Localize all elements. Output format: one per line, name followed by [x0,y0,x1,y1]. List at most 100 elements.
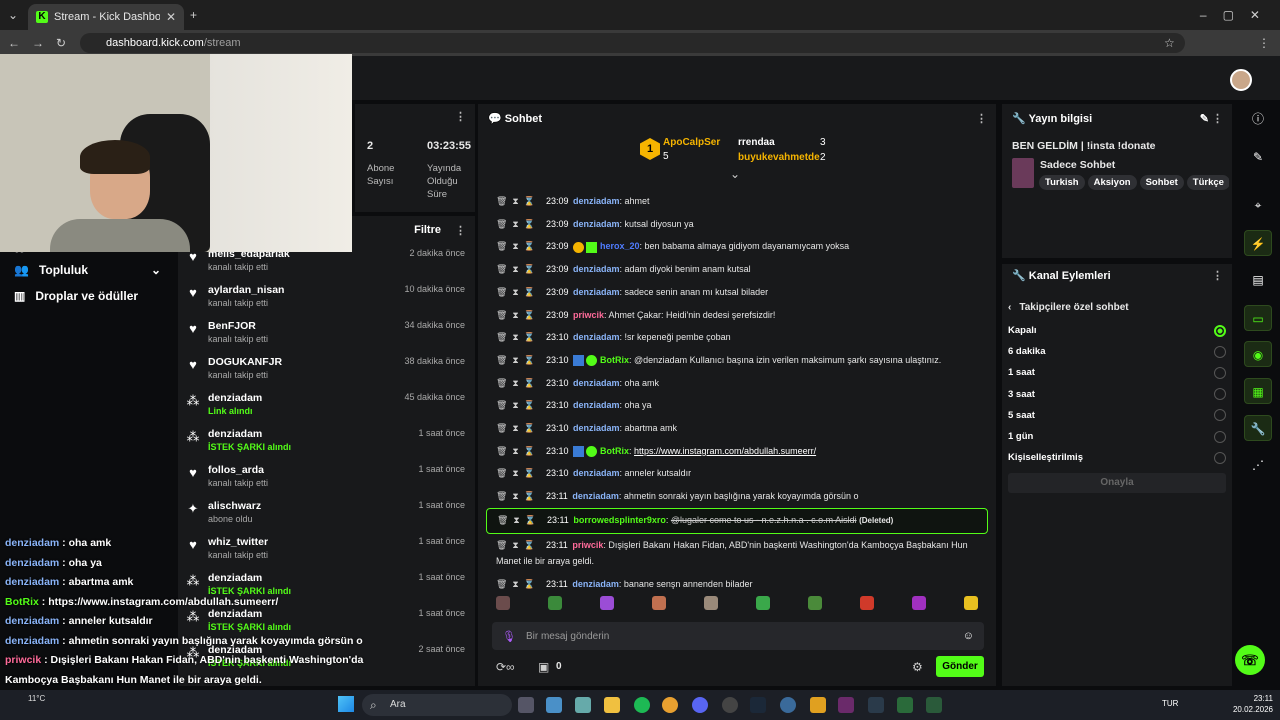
emote-icon[interactable] [496,596,510,610]
forward-icon[interactable]: → [32,35,44,51]
message-tools-icon[interactable]: 🗑⧗⌛ [496,468,540,478]
points-icon[interactable]: ⟳∞ [496,659,515,675]
follower-chat-option[interactable]: 1 saat [1002,362,1232,383]
follower-chat-option[interactable]: 3 saat [1002,384,1232,405]
taskbar-app-icon[interactable] [546,697,562,713]
taskbar-search[interactable]: Ara [362,694,512,716]
bookmark-star-icon[interactable]: ☆ [1164,35,1175,51]
taskbar-app-icon[interactable] [780,697,796,713]
message-tools-icon[interactable]: 🗑⧗⌛ [496,378,540,388]
layout-icon[interactable]: ▦ [1244,378,1272,404]
taskbar-app-icon[interactable] [926,697,942,713]
emote-icon[interactable] [756,596,770,610]
message-tools-icon[interactable]: 🗑⧗⌛ [496,241,540,251]
activity-item[interactable]: ⁂ denziadam Link alındı 45 dakika önce [178,388,475,424]
radio-button[interactable] [1214,451,1226,464]
actions-menu-icon[interactable]: ⋮ [1212,269,1223,282]
message-user[interactable]: denziadam [573,400,620,410]
message-user[interactable]: denziadam [573,468,620,478]
chat-menu-icon[interactable]: ⋮ [976,112,987,125]
confirm-button[interactable]: Onayla [1008,473,1226,493]
message-user[interactable]: priwcik [573,310,604,320]
top-gifter-1[interactable]: ApoCalpSer [663,137,720,148]
message-tools-icon[interactable]: 🗑⧗⌛ [496,287,540,297]
chat-message[interactable]: 🗑⧗⌛ 23:09 denziadam: kutsal diyosun ya [486,213,988,236]
message-tools-icon[interactable]: 🗑⧗⌛ [496,332,540,342]
chat-message[interactable]: 🗑⧗⌛ 23:10 denziadam: anneler kutsaldır [486,462,988,485]
radio-button[interactable] [1214,345,1226,358]
message-tools-icon[interactable]: 🗑⧗⌛ [496,423,540,433]
message-user[interactable]: priwcik [572,540,603,550]
chat-message[interactable]: 🗑⧗⌛ 23:10 BotRix: @denziadam Kullanıcı ba… [486,349,988,372]
activity-item[interactable]: ♥ DOGUKANFJR kanalı takip etti 38 dakika… [178,352,475,388]
info-menu-icon[interactable]: ⋮ [1212,113,1223,125]
message-user[interactable]: denziadam [573,196,620,206]
taskbar-clock[interactable]: 23:11 20.02.2026 [1228,693,1273,715]
windows-start-icon[interactable] [338,696,354,712]
taskbar-app-icon[interactable] [722,697,738,713]
wrench-icon[interactable]: 🔧 [1244,415,1272,441]
taskbar-app-icon[interactable] [810,697,826,713]
top-gifter-2[interactable]: rrendaa [738,137,775,148]
activity-item[interactable]: ♥ follos_arda kanalı takip etti 1 saat ö… [178,460,475,496]
pencil-icon[interactable]: ✎ [1244,144,1272,170]
taskbar-app-icon[interactable] [897,697,913,713]
chat-message[interactable]: 🗑⧗⌛ 23:10 denziadam: oha ya [486,394,988,417]
message-tools-icon[interactable]: 🗑⧗⌛ [496,219,540,229]
message-tools-icon[interactable]: 🗑⧗⌛ [496,540,540,550]
message-user[interactable]: denziadam [572,491,619,501]
steam-icon[interactable] [750,697,766,713]
close-tab-icon[interactable]: ✕ [166,9,176,25]
message-tools-icon[interactable]: 🗑⧗⌛ [496,491,540,501]
tab-search-icon[interactable]: ⌄ [8,7,18,23]
radio-button[interactable] [1214,388,1226,401]
share-icon[interactable]: ⋰ [1244,452,1272,478]
message-user[interactable]: denziadam [573,264,620,274]
follower-chat-option[interactable]: Kişiselleştirilmiş [1002,447,1232,468]
taskbar-app-icon[interactable] [838,697,854,713]
chat-message[interactable]: 🗑⧗⌛ 23:09 denziadam: ahmet [486,190,988,213]
discord-icon[interactable] [692,697,708,713]
file-explorer-icon[interactable] [604,697,620,713]
mic-icon[interactable]: 🎙 [502,630,516,643]
emote-icon[interactable] [548,596,562,610]
back-button[interactable]: ‹ Takipçilere özel sohbet [1008,302,1129,313]
radio-button[interactable] [1214,409,1226,422]
chat-bubble-icon[interactable]: ▭ [1244,305,1272,331]
chat-message[interactable]: 🗑⧗⌛ 23:09 priwcik: Ahmet Çakar: Heidi'nin… [486,304,988,327]
message-user[interactable]: BotRix [600,355,629,365]
new-tab-icon[interactable]: + [190,7,197,23]
message-tools-icon[interactable]: 🗑⧗⌛ [497,515,541,525]
language-indicator[interactable]: TUR [1162,699,1178,708]
reload-icon[interactable]: ↻ [56,35,66,51]
message-user[interactable]: BotRix [600,446,629,456]
send-button[interactable]: Gönder [936,656,984,677]
radio-button[interactable] [1214,430,1226,443]
chat-message[interactable]: 🗑⧗⌛ 23:10 BotRix: https://www.instagram.c… [486,440,988,463]
document-icon[interactable]: ▤ [1244,267,1272,293]
chat-input[interactable]: 🎙 Bir mesaj gönderin ☺ [492,622,984,650]
browser-menu-icon[interactable]: ⋮ [1258,35,1270,51]
message-user[interactable]: denziadam [573,378,620,388]
follower-chat-option[interactable]: 5 saat [1002,405,1232,426]
chat-settings-gear-icon[interactable]: ⚙ [912,659,923,675]
taskbar-app-icon[interactable] [868,697,884,713]
chat-message[interactable]: 🗑⧗⌛ 23:10 denziadam: oha amk [486,372,988,395]
support-chat-icon[interactable]: ☏ [1235,645,1265,675]
spotify-icon[interactable] [634,697,650,713]
emote-icon[interactable] [808,596,822,610]
activity-item[interactable]: ⁂ denziadam İSTEK ŞARKI alındı 1 saat ön… [178,424,475,460]
taskbar-app-icon[interactable] [518,697,534,713]
chrome-icon[interactable] [662,697,678,713]
chat-message[interactable]: 🗑⧗⌛ 23:09 denziadam: adam diyoki benim an… [486,258,988,281]
emote-icon[interactable] [964,596,978,610]
target-icon[interactable]: ⌖ [1244,192,1272,218]
radio-button[interactable] [1214,366,1226,379]
edit-pencil-icon[interactable]: ✎ [1200,113,1209,125]
message-tools-icon[interactable]: 🗑⧗⌛ [496,264,540,274]
emoji-picker-icon[interactable]: ☺ [963,630,974,642]
chat-message[interactable]: 🗑⧗⌛ 23:10 denziadam: !sr kepeneği pembe ç… [486,326,988,349]
chat-message[interactable]: 🗑⧗⌛ 23:11 priwcik: Dışişleri Bakanı Hakan… [486,534,988,573]
message-tools-icon[interactable]: 🗑⧗⌛ [496,400,540,410]
sidebar-item-drops[interactable]: ▥ Droplar ve ödüller [0,283,175,309]
